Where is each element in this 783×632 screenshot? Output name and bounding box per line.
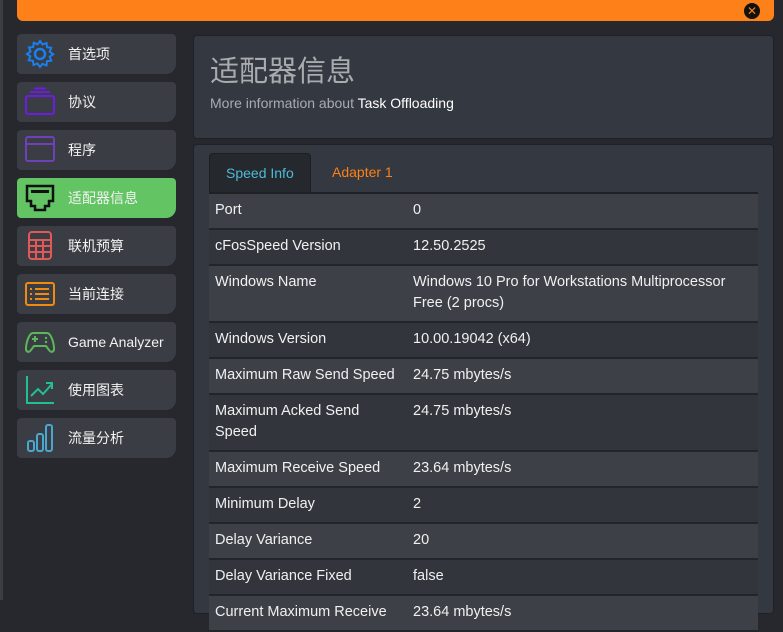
sidebar-item-2[interactable]: 程序 [17,130,176,170]
table-row: cFosSpeed Version 12.50.2525 [209,229,758,266]
ethernet-port-icon [25,183,55,213]
sidebar-item-label: 适配器信息 [68,190,138,206]
bar-chart-icon [25,423,55,453]
row-key: Current Maximum Receive [209,595,407,632]
row-key: Minimum Delay [209,487,407,524]
subtitle-prefix: More information about [210,95,354,111]
table-row: Delay Variance 20 [209,523,758,560]
sidebar-item-5[interactable]: 当前连接 [17,274,176,314]
table-row: Minimum Delay 2 [209,487,758,524]
sidebar-item-7[interactable]: 使用图表 [17,370,176,410]
row-value: false [407,559,758,596]
line-chart-icon [25,375,55,405]
window-icon [25,135,55,165]
row-value: 24.75 mbytes/s [407,358,758,395]
row-value: Windows 10 Pro for Workstations Multipro… [407,265,758,323]
sidebar-item-8[interactable]: 流量分析 [17,418,176,458]
row-value: 10.00.19042 (x64) [407,322,758,359]
table-row: Windows Version 10.00.19042 (x64) [209,322,758,359]
row-value: 12.50.2525 [407,229,758,266]
row-value: 23.64 mbytes/s [407,451,758,488]
row-key: Maximum Raw Send Speed [209,358,407,395]
table-row: Maximum Raw Send Speed 24.75 mbytes/s [209,358,758,395]
row-key: Windows Name [209,265,407,323]
row-key: Delay Variance Fixed [209,559,407,596]
window-edge [0,0,3,600]
row-key: Maximum Acked Send Speed [209,394,407,452]
gear-icon [25,39,55,69]
layers-icon [25,87,55,117]
sidebar-item-label: Game Analyzer [68,334,164,350]
speed-info-table: Port 0 cFosSpeed Version 12.50.2525 Windows … [209,194,758,632]
sidebar-item-label: 首选项 [68,46,110,62]
content-panel: Speed Info Adapter 1 Port 0 cFosSpeed Vers… [193,144,774,632]
row-value: 24.75 mbytes/s [407,394,758,452]
gamepad-icon [25,327,55,357]
row-value: 20 [407,523,758,560]
task-offloading-link[interactable]: Task Offloading [358,95,454,111]
sidebar-item-label: 协议 [68,94,96,110]
sidebar-item-6[interactable]: Game Analyzer [17,322,176,362]
row-key: Delay Variance [209,523,407,560]
row-key: Port [209,194,407,230]
sidebar-item-3[interactable]: 适配器信息 [17,178,176,218]
sidebar-item-label: 联机预算 [68,238,124,254]
calculator-icon [25,231,55,261]
row-value: 23.64 mbytes/s [407,595,758,632]
table-row: Maximum Acked Send Speed 24.75 mbytes/s [209,394,758,452]
sidebar-item-label: 程序 [68,142,96,158]
sidebar-item-1[interactable]: 协议 [17,82,176,122]
table-row: Maximum Receive Speed 23.64 mbytes/s [209,451,758,488]
sidebar-item-4[interactable]: 联机预算 [17,226,176,266]
row-value: 2 [407,487,758,524]
top-banner: ✕ [17,0,774,21]
table-row: Delay Variance Fixed false [209,559,758,596]
list-icon [25,279,55,309]
table-row: Port 0 [209,194,758,230]
row-key: Maximum Receive Speed [209,451,407,488]
sidebar-item-label: 使用图表 [68,382,124,398]
sidebar-item-label: 当前连接 [68,286,124,302]
header-panel: 适配器信息 More information about Task Offloa… [193,35,774,139]
tab-adapter-1[interactable]: Adapter 1 [316,153,409,192]
row-key: Windows Version [209,322,407,359]
row-key: cFosSpeed Version [209,229,407,266]
sidebar-item-0[interactable]: 首选项 [17,34,176,74]
table-row: Current Maximum Receive 23.64 mbytes/s [209,595,758,632]
page-title: 适配器信息 [210,56,356,88]
close-icon[interactable]: ✕ [744,3,760,19]
row-value: 0 [407,194,758,230]
page-subtitle: More information about Task Offloading [210,95,454,111]
tab-speed-info[interactable]: Speed Info [209,153,311,192]
sidebar-item-label: 流量分析 [68,430,124,446]
table-row: Windows Name Windows 10 Pro for Workstati… [209,265,758,323]
